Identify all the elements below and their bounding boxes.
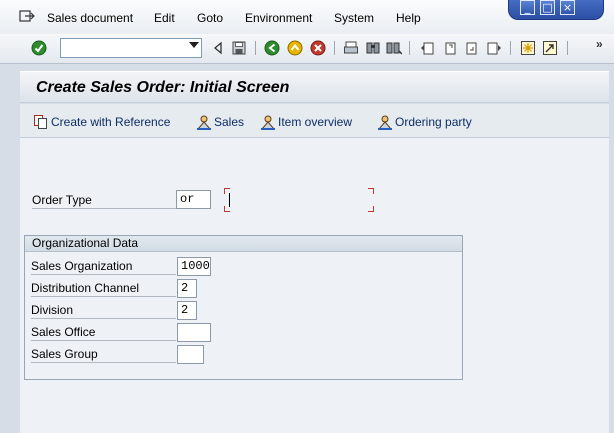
previous-page-icon[interactable] — [442, 40, 458, 56]
field-bracket — [224, 188, 230, 194]
command-field[interactable] — [60, 38, 202, 58]
menu-goto[interactable]: Goto — [197, 11, 223, 25]
sales-group-input[interactable] — [177, 345, 204, 364]
field-bracket — [368, 188, 374, 194]
division-input[interactable]: 2 — [177, 301, 197, 320]
find-next-icon[interactable] — [386, 40, 402, 56]
ordering-party-label: Ordering party — [395, 115, 472, 129]
sales-organization-input[interactable]: 1000 — [177, 257, 211, 276]
create-with-reference-label: Create with Reference — [51, 115, 171, 129]
menu-system[interactable]: System — [334, 11, 374, 25]
minimize-button[interactable]: _ — [520, 0, 535, 15]
title-bar: Create Sales Order: Initial Screen — [20, 71, 609, 103]
field-bracket — [368, 206, 374, 212]
order-type-label: Order Type — [32, 192, 176, 209]
toolbar-separator — [510, 41, 511, 55]
first-page-icon[interactable] — [420, 40, 436, 56]
application-toolbar: Create with Reference Sales Item overvie… — [20, 104, 609, 138]
exit-icon[interactable] — [287, 40, 303, 56]
create-with-reference-button[interactable]: Create with Reference — [33, 113, 170, 131]
sales-label: Sales — [214, 115, 245, 129]
toolbar-separator — [255, 41, 256, 55]
menu-bar: Sales document Edit Goto Environment Sys… — [0, 0, 614, 34]
page-title: Create Sales Order: Initial Screen — [36, 79, 290, 96]
menu-edit[interactable]: Edit — [154, 11, 175, 25]
sales-group-label: Sales Group — [31, 346, 176, 363]
toolbar-separator — [567, 41, 568, 55]
next-page-icon[interactable] — [464, 40, 480, 56]
menu-help[interactable]: Help — [396, 11, 421, 25]
maximize-button[interactable]: □ — [540, 0, 555, 15]
sales-button[interactable]: Sales — [196, 113, 244, 131]
chevron-down-icon[interactable] — [189, 42, 199, 48]
save-icon[interactable] — [231, 40, 247, 56]
copy-document-icon — [34, 115, 47, 129]
sales-office-input[interactable] — [177, 323, 211, 342]
left-margin — [0, 65, 20, 433]
person-icon — [377, 115, 393, 130]
item-overview-label: Item overview — [278, 115, 353, 129]
system-menu-icon[interactable] — [19, 10, 35, 24]
menu-environment[interactable]: Environment — [245, 11, 312, 25]
shortcut-icon[interactable] — [542, 40, 558, 56]
sales-organization-label: Sales Organization — [31, 258, 176, 275]
order-type-input[interactable]: or — [176, 190, 211, 209]
person-icon — [260, 115, 276, 130]
distribution-channel-label: Distribution Channel — [31, 280, 176, 297]
back-arrow-icon[interactable] — [210, 40, 226, 56]
menu-sales-document[interactable]: Sales document — [47, 11, 133, 25]
new-session-icon[interactable] — [520, 40, 536, 56]
cancel-icon[interactable] — [310, 40, 326, 56]
text-cursor — [229, 193, 230, 207]
right-margin — [609, 65, 614, 433]
toolbar-separator — [409, 41, 410, 55]
back-icon[interactable] — [264, 40, 280, 56]
sales-office-label: Sales Office — [31, 324, 176, 341]
print-icon[interactable] — [343, 40, 359, 56]
ordering-party-button[interactable]: Ordering party — [377, 113, 472, 131]
division-label: Division — [31, 302, 176, 319]
group-title: Organizational Data — [25, 236, 462, 252]
find-icon[interactable] — [365, 40, 381, 56]
toolbar-overflow-icon[interactable]: » — [596, 37, 603, 51]
enter-checkmark-icon[interactable] — [31, 40, 47, 56]
last-page-icon[interactable] — [486, 40, 502, 56]
field-bracket — [224, 206, 230, 212]
item-overview-button[interactable]: Item overview — [260, 113, 352, 131]
person-icon — [196, 115, 212, 130]
window-controls: _ □ × — [508, 0, 604, 20]
toolbar-separator — [334, 41, 335, 55]
distribution-channel-input[interactable]: 2 — [177, 279, 197, 298]
close-button[interactable]: × — [560, 0, 575, 15]
